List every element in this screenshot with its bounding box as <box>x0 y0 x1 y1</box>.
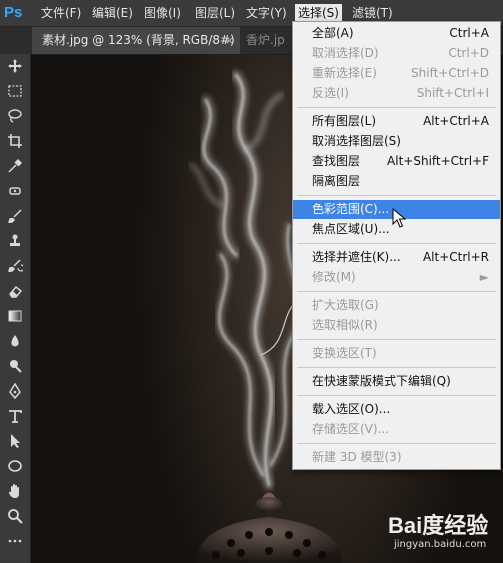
spot-heal-icon[interactable] <box>4 183 26 203</box>
menu-image[interactable]: 图像(I) <box>141 4 184 22</box>
menu-item-new-3d-model[interactable]: 新建 3D 模型(3) <box>293 448 500 467</box>
menu-filter[interactable]: 滤镜(T) <box>349 4 396 22</box>
menu-item-inverse[interactable]: 反选(I) Shift+Ctrl+I <box>293 84 500 103</box>
type-icon[interactable] <box>4 408 26 428</box>
menu-select[interactable]: 选择(S) <box>295 4 342 22</box>
submenu-arrow-icon: ► <box>479 270 489 284</box>
menu-item-load-selection[interactable]: 载入选区(O)... <box>293 400 500 419</box>
menu-separator <box>297 243 496 244</box>
menu-separator <box>297 443 496 444</box>
history-brush-icon[interactable] <box>4 258 26 278</box>
watermark-site: jingyan.baidu.com <box>394 539 487 550</box>
eraser-icon[interactable] <box>4 283 26 303</box>
tools-panel <box>0 54 31 563</box>
zoom-icon[interactable] <box>4 508 26 528</box>
menu-separator <box>297 107 496 108</box>
eyedropper-icon[interactable] <box>4 158 26 178</box>
select-menu-dropdown: 全部(A) Ctrl+A 取消选择(D) Ctrl+D 重新选择(E) Shift+C… <box>292 21 501 470</box>
stamp-icon[interactable] <box>4 233 26 253</box>
path-select-icon[interactable] <box>4 433 26 453</box>
menu-separator <box>297 195 496 196</box>
menu-separator <box>297 367 496 368</box>
menu-item-reselect[interactable]: 重新选择(E) Shift+Ctrl+D <box>293 64 500 83</box>
more-icon[interactable] <box>4 533 26 553</box>
ellipse-icon[interactable] <box>4 458 26 478</box>
menu-file[interactable]: 文件(F) <box>38 4 84 22</box>
menu-item-all-layers[interactable]: 所有图层(L) Alt+Ctrl+A <box>293 112 500 131</box>
menu-edit[interactable]: 编辑(E) <box>89 4 136 22</box>
menu-item-transform-selection[interactable]: 变换选区(T) <box>293 344 500 363</box>
brush-icon[interactable] <box>4 208 26 228</box>
menu-item-grow[interactable]: 扩大选取(G) <box>293 296 500 315</box>
close-icon[interactable]: × <box>225 27 234 54</box>
blur-icon[interactable] <box>4 333 26 353</box>
menu-item-deselect-layers[interactable]: 取消选择图层(S) <box>293 132 500 151</box>
menu-separator <box>297 291 496 292</box>
document-tab-active[interactable]: 素材.jpg @ 123% (背景, RGB/8#) × <box>32 27 240 54</box>
menu-separator <box>297 395 496 396</box>
menu-item-find-layers[interactable]: 查找图层 Alt+Shift+Ctrl+F <box>293 152 500 171</box>
baidu-jingyan-watermark: Bai度经验 jingyan.baidu.com <box>388 508 498 558</box>
watermark-logo: Bai度经验 <box>388 513 489 538</box>
menu-item-similar[interactable]: 选取相似(R) <box>293 316 500 335</box>
incense-burner <box>196 492 342 563</box>
menu-item-isolate-layers[interactable]: 隔离图层 <box>293 172 500 191</box>
menu-item-modify[interactable]: 修改(M) ► <box>293 268 500 287</box>
marquee-icon[interactable] <box>4 83 26 103</box>
menu-item-save-selection[interactable]: 存储选区(V)... <box>293 420 500 439</box>
menu-layer[interactable]: 图层(L) <box>192 4 238 22</box>
menu-item-select-all[interactable]: 全部(A) Ctrl+A <box>293 24 500 43</box>
move-icon[interactable] <box>4 58 26 78</box>
menu-separator <box>297 339 496 340</box>
mouse-cursor-icon <box>392 208 406 228</box>
pen-icon[interactable] <box>4 382 26 403</box>
menu-item-deselect[interactable]: 取消选择(D) Ctrl+D <box>293 44 500 63</box>
document-tab-label: 素材.jpg @ 123% (背景, RGB/8#) <box>42 33 235 47</box>
dodge-icon[interactable] <box>4 358 26 378</box>
lasso-icon[interactable] <box>4 108 26 128</box>
menu-item-quick-mask[interactable]: 在快速蒙版模式下编辑(Q) <box>293 372 500 391</box>
menu-type[interactable]: 文字(Y) <box>243 4 290 22</box>
hand-icon[interactable] <box>4 483 26 503</box>
crop-icon[interactable] <box>4 133 26 153</box>
menu-item-select-and-mask[interactable]: 选择并遮住(K)... Alt+Ctrl+R <box>293 248 500 267</box>
photoshop-logo: Ps <box>4 4 23 21</box>
gradient-icon[interactable] <box>4 308 26 328</box>
